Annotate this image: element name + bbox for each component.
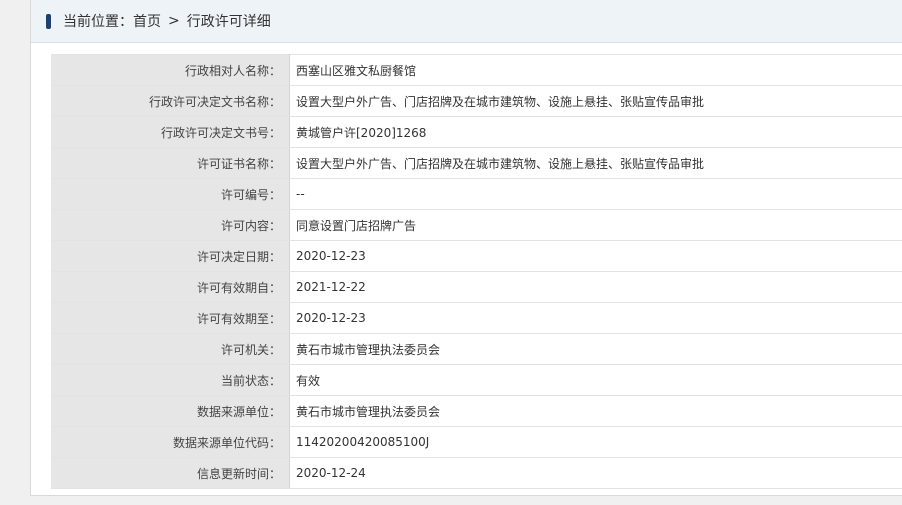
row-label: 信息更新时间： (51, 457, 290, 489)
table-row: 许可证书名称： 设置大型户外广告、门店招牌及在城市建筑物、设施上悬挂、张贴宣传品… (51, 147, 902, 179)
row-label: 行政许可决定文书号： (51, 116, 290, 148)
row-value: 西塞山区雅文私厨餐馆 (289, 54, 902, 86)
table-row: 行政许可决定文书号： 黄城管户许[2020]1268 (51, 116, 902, 148)
table-row: 信息更新时间： 2020-12-24 (51, 457, 902, 489)
breadcrumb-home-link[interactable]: 首页 (133, 11, 161, 31)
breadcrumb-prefix: 当前位置： (63, 14, 133, 30)
table-row: 许可有效期自： 2021-12-22 (51, 271, 902, 303)
row-value: 2020-12-23 (289, 240, 902, 272)
table-row: 许可编号： -- (51, 178, 902, 210)
row-value: 2020-12-23 (289, 302, 902, 334)
row-label: 当前状态： (51, 364, 290, 396)
row-value: 黄石市城市管理执法委员会 (289, 333, 902, 365)
table-row: 数据来源单位代码： 11420200420085100J (51, 426, 902, 458)
row-value: -- (289, 178, 902, 210)
table-row: 行政许可决定文书名称： 设置大型户外广告、门店招牌及在城市建筑物、设施上悬挂、张… (51, 85, 902, 117)
row-value: 同意设置门店招牌广告 (289, 209, 902, 241)
row-label: 许可机关： (51, 333, 290, 365)
table-row: 许可机关： 黄石市城市管理执法委员会 (51, 333, 902, 365)
row-value: 2020-12-24 (289, 457, 902, 489)
row-value: 11420200420085100J (289, 426, 902, 458)
table-row: 当前状态： 有效 (51, 364, 902, 396)
table-row: 数据来源单位： 黄石市城市管理执法委员会 (51, 395, 902, 427)
detail-panel: 当前位置： 首页 > 行政许可详细 行政相对人名称： 西塞山区雅文私厨餐馆 行政… (30, 0, 902, 496)
table-row: 许可决定日期： 2020-12-23 (51, 240, 902, 272)
row-value: 设置大型户外广告、门店招牌及在城市建筑物、设施上悬挂、张贴宣传品审批 (289, 85, 902, 117)
row-label: 许可有效期至： (51, 302, 290, 334)
breadcrumb-current: 行政许可详细 (186, 14, 271, 30)
breadcrumb: 当前位置： 首页 > 行政许可详细 (31, 0, 902, 43)
row-label: 数据来源单位代码： (51, 426, 290, 458)
breadcrumb-separator: > (168, 13, 180, 29)
breadcrumb-marker (46, 13, 51, 29)
row-label: 许可有效期自： (51, 271, 290, 303)
row-label: 许可编号： (51, 178, 290, 210)
row-label: 数据来源单位： (51, 395, 290, 427)
row-value: 有效 (289, 364, 902, 396)
row-value: 黄石市城市管理执法委员会 (289, 395, 902, 427)
table-row: 行政相对人名称： 西塞山区雅文私厨餐馆 (51, 54, 902, 86)
row-label: 行政许可决定文书名称： (51, 85, 290, 117)
row-label: 许可内容： (51, 209, 290, 241)
row-label: 许可证书名称： (51, 147, 290, 179)
row-value: 设置大型户外广告、门店招牌及在城市建筑物、设施上悬挂、张贴宣传品审批 (289, 147, 902, 179)
table-row: 许可内容： 同意设置门店招牌广告 (51, 209, 902, 241)
row-label: 行政相对人名称： (51, 54, 290, 86)
row-value: 黄城管户许[2020]1268 (289, 116, 902, 148)
row-value: 2021-12-22 (289, 271, 902, 303)
row-label: 许可决定日期： (51, 240, 290, 272)
detail-table: 行政相对人名称： 西塞山区雅文私厨餐馆 行政许可决定文书名称： 设置大型户外广告… (51, 54, 902, 489)
table-row: 许可有效期至： 2020-12-23 (51, 302, 902, 334)
